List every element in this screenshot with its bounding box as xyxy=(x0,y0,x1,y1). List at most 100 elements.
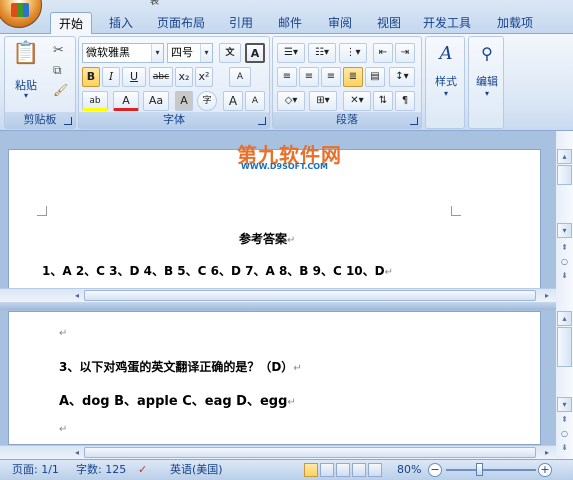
italic-button[interactable]: I xyxy=(102,67,120,87)
styles-button[interactable]: 样式 xyxy=(426,73,466,89)
editing-button[interactable]: 编辑 xyxy=(469,73,505,89)
draft-view-icon[interactable] xyxy=(368,463,382,477)
scroll-up-icon[interactable]: ▴ xyxy=(557,149,572,164)
zoom-out-icon[interactable]: − xyxy=(428,463,442,477)
scroll-left-icon[interactable]: ◂ xyxy=(70,446,84,459)
tab-addins[interactable]: 加载项 xyxy=(488,12,542,34)
tab-home[interactable]: 开始 xyxy=(50,12,92,35)
outline-view-icon[interactable] xyxy=(352,463,366,477)
proofing-icon[interactable]: ✓ xyxy=(138,463,147,477)
grow-font-button[interactable]: A xyxy=(223,91,243,111)
tab-page-layout[interactable]: 页面布局 xyxy=(150,12,212,34)
page-count[interactable]: 页面: 1/1 xyxy=(12,463,59,477)
zoom-in-icon[interactable]: + xyxy=(538,463,552,477)
tab-mailings[interactable]: 邮件 xyxy=(270,12,310,34)
distributed-icon[interactable]: ▤ xyxy=(365,67,385,87)
quick-access-toolbar[interactable]: 表 xyxy=(150,0,220,7)
font-launcher-icon[interactable] xyxy=(258,117,266,125)
tab-references[interactable]: 引用 xyxy=(222,12,260,34)
vscroll-thumb-top[interactable] xyxy=(557,165,572,185)
scroll-down-icon[interactable]: ▾ xyxy=(557,397,572,412)
scroll-down-icon[interactable]: ▾ xyxy=(557,223,572,238)
align-right-icon[interactable]: ≡ xyxy=(321,67,341,87)
multilevel-list-icon[interactable]: ⋮▾ xyxy=(339,43,367,63)
tab-developer[interactable]: 开发工具 xyxy=(418,12,476,34)
decrease-indent-icon[interactable]: ⇤ xyxy=(373,43,393,63)
browse-object-icon[interactable]: ○ xyxy=(557,427,572,442)
editing-dropdown-icon[interactable]: ▾ xyxy=(469,89,505,98)
line-spacing-icon[interactable]: ↕▾ xyxy=(389,67,415,87)
prev-page-icon[interactable]: ⇞ xyxy=(557,241,572,256)
shrink-font-button[interactable]: A xyxy=(245,91,265,111)
clipboard-launcher-icon[interactable] xyxy=(64,117,72,125)
styles-dropdown-icon[interactable]: ▾ xyxy=(426,89,466,98)
char-border-button[interactable]: A xyxy=(245,43,265,63)
next-page-icon[interactable]: ⇟ xyxy=(557,441,572,456)
scroll-right-icon[interactable]: ▸ xyxy=(540,446,554,459)
vertical-scrollbar[interactable]: ▴ ▾ ⇞ ○ ⇟ ▴ ▾ ⇞ ○ ⇟ xyxy=(556,131,573,459)
font-name-combo[interactable]: 微软雅黑 ▾ xyxy=(82,43,164,63)
prev-page-icon[interactable]: ⇞ xyxy=(557,413,572,428)
web-layout-icon[interactable] xyxy=(336,463,350,477)
align-center-icon[interactable]: ≡ xyxy=(299,67,319,87)
font-size-combo[interactable]: 四号 ▾ xyxy=(167,43,213,63)
strikethrough-button[interactable]: abc xyxy=(149,67,173,87)
word-count[interactable]: 字数: 125 xyxy=(76,463,126,477)
next-page-icon[interactable]: ⇟ xyxy=(557,269,572,284)
scroll-right-icon[interactable]: ▸ xyxy=(540,289,554,302)
font-name-dropdown-icon[interactable]: ▾ xyxy=(151,44,163,62)
binoculars-icon[interactable]: ⚲ xyxy=(473,41,501,67)
justify-icon[interactable]: ≣ xyxy=(343,67,363,87)
format-painter-icon[interactable]: 🖌 xyxy=(53,83,68,97)
page-bottom-pane[interactable]: ↵ 3、以下对鸡蛋的英文翻译正确的是？（D）↵ A、dog B、apple C、… xyxy=(8,311,541,445)
paragraph-launcher-icon[interactable] xyxy=(410,117,418,125)
cut-icon[interactable]: ✂ xyxy=(53,43,64,58)
paste-icon[interactable]: 📋 xyxy=(11,41,41,67)
horizontal-scrollbar-top[interactable]: ◂ ▸ xyxy=(0,288,556,302)
increase-indent-icon[interactable]: ⇥ xyxy=(395,43,415,63)
pinyin-guide-button[interactable]: 文 xyxy=(219,43,241,63)
clear-format-button[interactable]: A xyxy=(229,67,251,87)
font-size-dropdown-icon[interactable]: ▾ xyxy=(200,44,212,62)
paste-dropdown-icon[interactable]: ▾ xyxy=(11,91,41,100)
zoom-level[interactable]: 80% xyxy=(397,463,421,477)
horizontal-scrollbar-bottom[interactable]: ◂ ▸ xyxy=(0,445,556,459)
superscript-button[interactable]: x² xyxy=(195,67,213,87)
change-case-button[interactable]: Aa xyxy=(143,91,169,111)
styles-icon[interactable]: A xyxy=(432,41,460,67)
browse-object-icon[interactable]: ○ xyxy=(557,255,572,270)
shading-icon[interactable]: ◇▾ xyxy=(277,91,305,111)
bold-button[interactable]: B xyxy=(82,67,100,87)
language-indicator[interactable]: 英语(美国) xyxy=(170,463,223,477)
hscroll-thumb-top[interactable] xyxy=(84,290,536,301)
scroll-left-icon[interactable]: ◂ xyxy=(70,289,84,302)
align-left-icon[interactable]: ≡ xyxy=(277,67,297,87)
editing-group[interactable]: ⚲ 编辑 ▾ xyxy=(468,36,504,129)
split-bar[interactable] xyxy=(0,302,556,310)
hscroll-thumb-bottom[interactable] xyxy=(84,447,536,458)
borders-icon[interactable]: ⊞▾ xyxy=(309,91,337,111)
subscript-button[interactable]: x₂ xyxy=(175,67,193,87)
highlight-button[interactable]: ab xyxy=(82,91,108,111)
chinese-layout-icon[interactable]: ✕▾ xyxy=(343,91,371,111)
underline-button[interactable]: U xyxy=(122,67,146,87)
scroll-up-icon[interactable]: ▴ xyxy=(557,311,572,326)
sort-icon[interactable]: ⇅ xyxy=(373,91,393,111)
print-layout-view-icon[interactable] xyxy=(304,463,318,477)
copy-icon[interactable]: ⧉ xyxy=(53,63,62,78)
tab-review[interactable]: 审阅 xyxy=(320,12,360,34)
tab-view[interactable]: 视图 xyxy=(369,12,409,34)
tab-insert[interactable]: 插入 xyxy=(101,12,141,34)
zoom-slider-thumb[interactable] xyxy=(476,463,483,476)
full-screen-reading-icon[interactable] xyxy=(320,463,334,477)
show-marks-icon[interactable]: ¶ xyxy=(395,91,415,111)
font-color-button[interactable]: A xyxy=(113,91,139,111)
enclose-char-button[interactable]: 字 xyxy=(197,91,217,111)
zoom-slider-track[interactable] xyxy=(446,469,536,471)
vscroll-thumb-bottom[interactable] xyxy=(557,327,572,367)
char-shading-button[interactable]: A xyxy=(175,91,193,111)
numbering-icon[interactable]: ☷▾ xyxy=(308,43,336,63)
bullets-icon[interactable]: ☰▾ xyxy=(277,43,305,63)
styles-group[interactable]: A 样式 ▾ xyxy=(425,36,465,129)
office-button[interactable] xyxy=(0,0,42,28)
